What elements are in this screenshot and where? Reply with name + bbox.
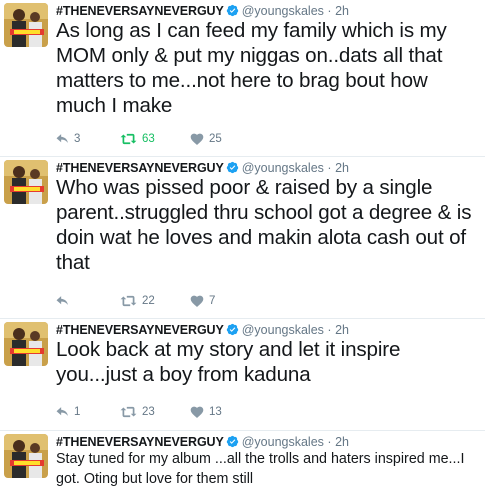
verified-badge-icon [226, 4, 238, 17]
reply-count: 3 [74, 133, 81, 145]
like-button[interactable]: 25 [190, 131, 222, 147]
verified-badge-icon [226, 323, 238, 336]
avatar[interactable] [4, 160, 48, 204]
tweet[interactable]: #THENEVERSAYNEVERGUY @youngskales · 2h Wh… [0, 157, 485, 319]
retweet-count: 63 [142, 133, 155, 145]
retweet-icon [120, 295, 137, 307]
verified-badge-icon [226, 161, 238, 174]
tweet[interactable]: #THENEVERSAYNEVERGUY @youngskales · 2h Lo… [0, 319, 485, 431]
reply-count: 1 [74, 406, 81, 418]
avatar[interactable] [4, 322, 48, 366]
retweet-button[interactable]: 63 [120, 131, 155, 147]
username[interactable]: @youngskales [242, 161, 324, 175]
heart-icon [190, 295, 204, 307]
retweet-count: 22 [142, 295, 155, 307]
username[interactable]: @youngskales [242, 435, 324, 449]
separator: · [327, 323, 332, 337]
avatar[interactable] [4, 434, 48, 478]
avatar[interactable] [4, 3, 48, 47]
display-name[interactable]: #THENEVERSAYNEVERGUY [56, 323, 224, 337]
reply-button[interactable] [56, 293, 74, 309]
reply-button[interactable]: 3 [56, 131, 80, 147]
tweet-text: Stay tuned for my album ...all the troll… [56, 451, 465, 487]
separator: · [327, 435, 332, 449]
display-name[interactable]: #THENEVERSAYNEVERGUY [56, 4, 224, 18]
tweet-text: As long as I can feed my family which is… [56, 19, 447, 117]
like-button[interactable]: 7 [190, 293, 215, 309]
timestamp[interactable]: 2h [335, 435, 349, 449]
timestamp[interactable]: 2h [335, 161, 349, 175]
like-button[interactable]: 13 [190, 404, 222, 420]
reply-icon [56, 407, 68, 417]
like-count: 25 [209, 133, 222, 145]
separator: · [327, 4, 332, 18]
display-name[interactable]: #THENEVERSAYNEVERGUY [56, 161, 224, 175]
heart-icon [190, 406, 204, 418]
tweet[interactable]: #THENEVERSAYNEVERGUY @youngskales · 2h St… [0, 431, 485, 489]
tweet[interactable]: #THENEVERSAYNEVERGUY @youngskales · 2h As… [0, 0, 485, 157]
username[interactable]: @youngskales [242, 4, 324, 18]
tweet-text: Look back at my story and let it inspire… [56, 338, 401, 386]
retweet-icon [120, 406, 137, 418]
like-count: 7 [209, 295, 216, 307]
verified-badge-icon [226, 435, 238, 448]
retweet-count: 23 [142, 406, 155, 418]
heart-icon [190, 133, 204, 145]
like-count: 13 [209, 406, 222, 418]
retweet-icon [120, 133, 137, 145]
timestamp[interactable]: 2h [335, 323, 349, 337]
username[interactable]: @youngskales [242, 323, 324, 337]
reply-icon [56, 296, 68, 306]
retweet-button[interactable]: 22 [120, 293, 155, 309]
separator: · [327, 161, 332, 175]
retweet-button[interactable]: 23 [120, 404, 155, 420]
display-name[interactable]: #THENEVERSAYNEVERGUY [56, 435, 224, 449]
timestamp[interactable]: 2h [335, 4, 349, 18]
tweet-text: Who was pissed poor & raised by a single… [56, 176, 472, 274]
reply-icon [56, 134, 68, 144]
reply-button[interactable]: 1 [56, 404, 80, 420]
